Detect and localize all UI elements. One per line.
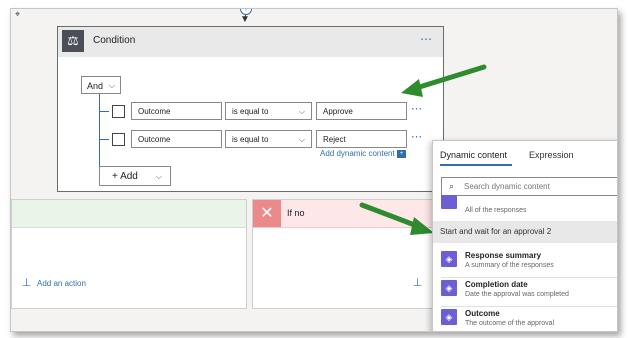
add-action-link[interactable]: Add an action xyxy=(37,279,86,288)
approval-icon: ◈ xyxy=(441,309,457,325)
list-item[interactable]: ◈ Response summary A summary of the resp… xyxy=(441,249,617,278)
condition-more-button[interactable]: ⋯ xyxy=(420,32,433,46)
condition-right-value[interactable]: Reject xyxy=(316,130,407,148)
condition-icon: ⚖ xyxy=(62,30,84,52)
condition-left-value[interactable]: Outcome xyxy=(131,130,222,148)
tree-branch xyxy=(99,111,109,112)
row-checkbox[interactable] xyxy=(112,133,125,146)
plus-icon: + xyxy=(112,171,118,182)
item-description: The outcome of the approval xyxy=(465,320,555,327)
approval-icon xyxy=(441,195,457,209)
active-tab-indicator xyxy=(440,164,512,166)
row-checkbox[interactable] xyxy=(112,105,125,118)
tree-line xyxy=(99,94,100,171)
list-item[interactable]: ◈ Outcome The outcome of the approval xyxy=(441,307,617,331)
tab-expression[interactable]: Expression xyxy=(529,150,574,160)
add-action-icon[interactable]: ⊥ xyxy=(20,277,33,289)
section-header: Start and wait for an approval 2 xyxy=(433,221,617,243)
item-name: Response summary xyxy=(465,251,542,260)
item-name: Outcome xyxy=(465,309,500,318)
annotation-arrow xyxy=(359,202,434,235)
value-text: Outcome xyxy=(138,135,171,144)
list-item[interactable]: ◈ Completion date Date the approval was … xyxy=(441,278,617,307)
add-dynamic-content-link[interactable]: Add dynamic content xyxy=(320,149,395,158)
close-icon: ✕ xyxy=(253,200,281,227)
tree-branch xyxy=(99,139,109,140)
annotation-arrow xyxy=(401,64,487,97)
if-yes-header[interactable] xyxy=(12,200,246,228)
item-name: Completion date xyxy=(465,280,528,289)
condition-left-value[interactable]: Outcome xyxy=(131,102,222,120)
condition-right-value[interactable]: Approve xyxy=(316,102,407,120)
condition-card: ⚖ Condition ⋯ And ⌵ Outcome is equal to … xyxy=(57,26,444,192)
item-description: All of the responses xyxy=(465,207,527,214)
item-description: Date the approval was completed xyxy=(465,291,569,298)
item-description: A summary of the responses xyxy=(465,262,554,269)
list-item[interactable]: All of the responses xyxy=(441,195,617,217)
operator-text: is equal to xyxy=(232,107,269,116)
add-label: Add xyxy=(120,171,138,182)
group-operator-dropdown[interactable]: And ⌵ xyxy=(81,76,121,94)
search-icon: ⌕ xyxy=(449,181,455,191)
chevron-down-icon: ⌵ xyxy=(298,107,305,116)
approval-icon: ◈ xyxy=(441,251,457,267)
value-text: Reject xyxy=(323,135,346,144)
add-action-icon[interactable]: ⊥ xyxy=(411,277,424,289)
if-yes-branch xyxy=(11,199,247,309)
value-text: Approve xyxy=(323,107,353,116)
dynamic-content-icon[interactable]: + xyxy=(397,150,406,158)
approval-icon: ◈ xyxy=(441,280,457,296)
flow-canvas: ⌖ + ▼ ⚖ Condition ⋯ And ⌵ Outcome is equ… xyxy=(10,8,618,332)
add-condition-button[interactable]: + Add ⌵ xyxy=(99,166,171,186)
if-no-title: If no xyxy=(287,208,305,218)
chevron-down-icon: ⌵ xyxy=(298,135,305,144)
row-more-button[interactable]: ⋯ xyxy=(411,130,423,143)
condition-header[interactable]: ⚖ Condition ⋯ xyxy=(58,27,443,57)
chevron-down-icon: ⌵ xyxy=(108,81,115,90)
condition-operator-dropdown[interactable]: is equal to ⌵ xyxy=(225,130,312,148)
tab-dynamic-content[interactable]: Dynamic content xyxy=(440,150,507,160)
condition-operator-dropdown[interactable]: is equal to ⌵ xyxy=(225,102,312,120)
down-arrow-icon: ▼ xyxy=(240,14,250,25)
search-box: ⌕ xyxy=(441,177,617,196)
condition-title: Condition xyxy=(93,35,136,46)
value-text: Outcome xyxy=(138,107,171,116)
chevron-down-icon: ⌵ xyxy=(155,172,162,181)
operator-text: is equal to xyxy=(232,135,269,144)
cursor-icon: ⌖ xyxy=(15,9,21,19)
row-more-button[interactable]: ⋯ xyxy=(411,102,423,115)
dynamic-content-panel: Dynamic content Expression ⌕ All of the … xyxy=(432,140,617,331)
search-input[interactable] xyxy=(464,179,614,194)
group-operator-label: And xyxy=(87,81,104,91)
